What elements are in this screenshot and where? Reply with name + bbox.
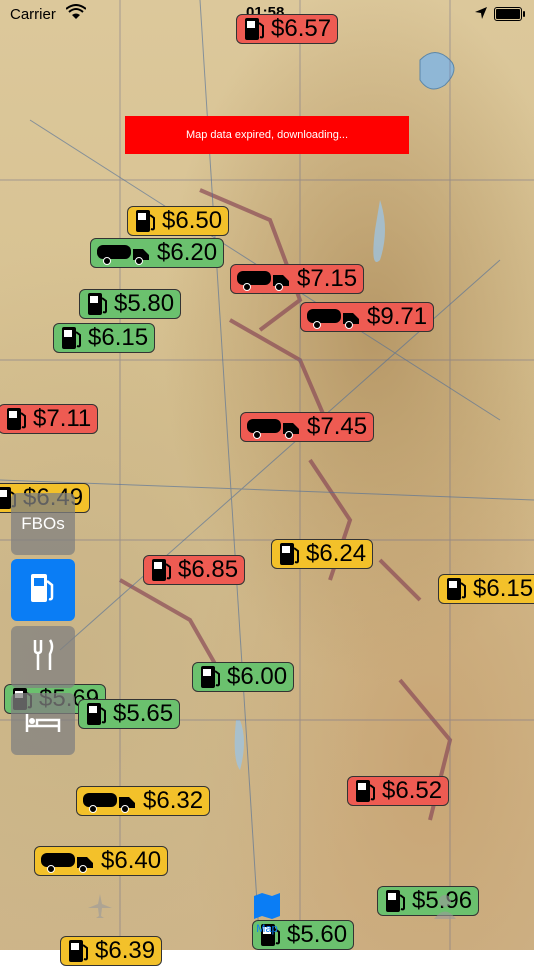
price-pin[interactable]: $7.45 [240,412,375,442]
fork-knife-icon [30,638,56,677]
fuel-pump-icon [28,571,58,610]
price-pin[interactable]: $6.20 [90,238,225,268]
price-pin[interactable]: $6.15 [438,574,534,604]
price-pin[interactable]: $6.32 [76,786,211,816]
fuel-truck-icon [305,305,363,329]
price-label: $6.57 [271,15,332,42]
fuel-truck-icon [81,789,139,813]
map-expired-banner: Map data expired, downloading... [125,116,409,154]
fuel-pump-icon [443,577,469,601]
price-pin[interactable]: $6.57 [236,14,339,44]
price-label: $6.15 [473,575,534,602]
airplane-icon [86,894,114,923]
price-pin[interactable]: $6.52 [347,776,450,806]
tab-map[interactable]: Map [237,892,297,935]
price-pin[interactable]: $6.50 [127,206,230,236]
fuel-pump-icon [276,542,302,566]
price-pin[interactable]: $6.00 [192,662,295,692]
price-label: $6.00 [227,663,288,690]
tab-profile[interactable] [415,892,475,923]
price-label: $6.24 [306,540,367,567]
tab-airports[interactable] [70,892,130,923]
wifi-icon [65,4,87,25]
fbos-label: FBOs [21,514,65,533]
price-pin[interactable]: $6.40 [34,846,169,876]
bed-icon [25,710,61,739]
price-pin[interactable]: $6.24 [271,539,374,569]
price-label: $5.65 [113,700,174,727]
location-arrow-icon [474,6,488,25]
fuel-pump-icon [197,665,223,689]
price-pin[interactable]: $5.80 [79,289,182,319]
price-label: $6.52 [382,777,443,804]
price-label: $7.11 [33,405,92,432]
fuel-pump-icon [84,292,110,316]
price-label: $9.71 [367,303,428,330]
fbos-toggle[interactable]: FBOs [11,493,75,555]
price-pin[interactable]: $7.15 [230,264,365,294]
price-label: $6.50 [162,207,223,234]
fuel-pump-icon [352,779,378,803]
price-label: $6.85 [178,556,239,583]
price-label: $7.45 [307,413,368,440]
price-pin[interactable]: $6.85 [143,555,246,585]
lodging-filter-button[interactable] [11,693,75,755]
fuel-pump-icon [148,558,174,582]
price-label: $5.80 [114,290,175,317]
price-pin[interactable]: $5.65 [78,699,181,729]
carrier-label: Carrier [10,6,56,23]
person-icon [431,895,459,923]
fuel-truck-icon [235,267,293,291]
map-icon [252,893,282,923]
fuel-filter-button[interactable] [11,559,75,621]
price-label: $7.15 [297,265,358,292]
fuel-truck-icon [39,849,97,873]
tab-bar: Map [0,888,534,950]
tab-map-label: Map [256,923,278,935]
price-pin[interactable]: $6.15 [53,323,156,353]
battery-icon [494,7,525,21]
fuel-pump-icon [58,326,84,350]
restaurant-filter-button[interactable] [11,626,75,688]
price-label: $6.15 [88,324,149,351]
price-pin[interactable]: $9.71 [300,302,435,332]
fuel-pump-icon [132,209,158,233]
price-pin[interactable]: $7.11 [0,404,99,434]
price-label: $6.20 [157,239,218,266]
price-label: $6.40 [101,847,162,874]
fuel-pump-icon [3,407,29,431]
fuel-truck-icon [245,415,303,439]
fuel-pump-icon [241,17,267,41]
fuel-pump-icon [83,702,109,726]
price-label: $6.32 [143,787,204,814]
fuel-truck-icon [95,241,153,265]
